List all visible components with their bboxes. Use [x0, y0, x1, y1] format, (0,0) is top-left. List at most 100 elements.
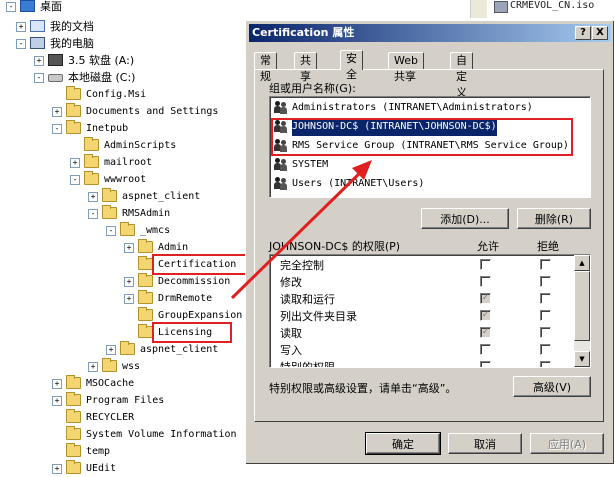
- tab-general[interactable]: 常规: [254, 52, 277, 83]
- permission-name: 写入: [280, 344, 302, 357]
- allow-checkbox[interactable]: [480, 361, 491, 367]
- local-disk-icon: [48, 74, 63, 82]
- permission-name: 列出文件夹目录: [280, 310, 357, 323]
- deny-checkbox[interactable]: [540, 361, 551, 367]
- folder-icon: [66, 460, 81, 474]
- permission-row: 特别的权限: [270, 359, 570, 368]
- expand-icon[interactable]: +: [52, 396, 62, 406]
- allow-checkbox[interactable]: ✓: [480, 327, 491, 338]
- tree-item-label: Decommission: [158, 276, 231, 287]
- expand-icon[interactable]: +: [52, 107, 62, 117]
- permission-row: 读取和运行 ✓: [270, 291, 570, 308]
- remove-button[interactable]: 删除(R): [517, 208, 591, 229]
- dialog-title: Certification 属性: [252, 26, 355, 39]
- tab-security[interactable]: 安全: [340, 50, 363, 81]
- tree-item-label: Licensing: [151, 322, 233, 343]
- folder-icon: [138, 239, 153, 253]
- allow-checkbox[interactable]: [480, 276, 491, 287]
- tab-web-sharing[interactable]: Web 共享: [388, 52, 424, 83]
- folder-icon: [84, 154, 99, 168]
- expand-icon[interactable]: +: [70, 158, 80, 168]
- scroll-down-icon[interactable]: ▼: [574, 351, 590, 367]
- permission-row: 列出文件夹目录 ✓: [270, 308, 570, 325]
- deny-checkbox[interactable]: [540, 310, 551, 321]
- tree-item-label: 我的文档: [50, 20, 94, 33]
- add-button[interactable]: 添加(D)...: [421, 208, 509, 229]
- tree-item-label: Program Files: [86, 395, 165, 406]
- ok-button[interactable]: 确定: [365, 432, 441, 455]
- deny-checkbox[interactable]: [540, 259, 551, 270]
- advanced-button[interactable]: 高级(V): [513, 376, 591, 397]
- scroll-thumb[interactable]: [574, 271, 590, 341]
- folder-icon: [66, 103, 81, 117]
- expand-icon[interactable]: +: [16, 22, 26, 32]
- iso-file-label[interactable]: CRMEVOL_CN.iso: [510, 0, 594, 11]
- allow-checkbox[interactable]: ✓: [480, 310, 491, 321]
- folder-icon: [66, 120, 81, 134]
- tree-item-label: Documents and Settings: [86, 106, 219, 117]
- expand-icon[interactable]: +: [34, 56, 44, 66]
- dialog-titlebar[interactable]: Certification 属性 ? X: [249, 24, 611, 42]
- help-button[interactable]: ?: [575, 26, 591, 40]
- expand-icon[interactable]: +: [124, 294, 134, 304]
- deny-checkbox[interactable]: [540, 344, 551, 355]
- expand-icon[interactable]: +: [88, 192, 98, 202]
- tree-item-label: _wmcs: [140, 225, 171, 236]
- folder-tree: - 桌面 + 我的文档 - 我的电脑 +3.5 软盘 (A:) - 本地磁盘 (C:) Confi…: [0, 0, 257, 474]
- folder-icon: [120, 341, 135, 355]
- folder-icon: [66, 375, 81, 389]
- collapse-icon[interactable]: -: [6, 2, 16, 12]
- permission-name: 读取: [280, 327, 302, 340]
- expand-icon[interactable]: +: [106, 345, 116, 355]
- allow-checkbox[interactable]: ✓: [480, 293, 491, 304]
- tab-custom[interactable]: 自定义: [450, 52, 473, 99]
- deny-column-header: 拒绝: [537, 240, 559, 253]
- allow-checkbox[interactable]: [480, 259, 491, 270]
- deny-checkbox[interactable]: [540, 327, 551, 338]
- permissions-list[interactable]: 特别的权限 写入 读取 ✓ 列出文件夹目录 ✓ 读取和运行 ✓ 修改 完全控制 ▲ ▼: [269, 254, 591, 368]
- tab-sharing[interactable]: 共享: [294, 52, 317, 83]
- collapse-icon[interactable]: -: [34, 73, 44, 83]
- folder-icon: [102, 188, 117, 202]
- deny-checkbox[interactable]: [540, 293, 551, 304]
- permissions-scrollbar[interactable]: ▲ ▼: [574, 255, 590, 367]
- tree-item-label: wss: [122, 361, 141, 372]
- my-computer-icon: [30, 37, 45, 49]
- expand-icon[interactable]: +: [124, 277, 134, 287]
- expand-icon[interactable]: +: [52, 379, 62, 389]
- collapse-icon[interactable]: -: [106, 226, 116, 236]
- scroll-up-icon[interactable]: ▲: [574, 255, 590, 271]
- expand-icon[interactable]: +: [52, 464, 62, 474]
- desktop-icon: [20, 0, 35, 12]
- allow-checkbox[interactable]: [480, 344, 491, 355]
- permission-row: 完全控制: [270, 257, 570, 274]
- permission-name: 修改: [280, 276, 302, 289]
- folder-icon: [120, 222, 135, 236]
- tree-item-label: temp: [86, 446, 111, 457]
- collapse-icon[interactable]: -: [52, 124, 62, 134]
- apply-button[interactable]: 应用(A): [530, 433, 604, 454]
- tree-item-label: 本地磁盘 (C:): [68, 71, 136, 84]
- deny-checkbox[interactable]: [540, 276, 551, 287]
- cancel-button[interactable]: 取消: [448, 433, 522, 454]
- user-item-label: SYSTEM: [292, 159, 329, 170]
- properties-dialog: Certification 属性 ? X 常规 共享 安全 Web 共享 自定义…: [245, 20, 615, 465]
- tree-item-label: RMSAdmin: [122, 208, 171, 219]
- explorer-scrollbar[interactable]: [470, 0, 487, 18]
- permission-row: 修改: [270, 274, 570, 291]
- expand-icon[interactable]: +: [124, 243, 134, 253]
- collapse-icon[interactable]: -: [70, 175, 80, 185]
- expand-icon[interactable]: +: [88, 362, 98, 372]
- tree-item-label: 我的电脑: [50, 37, 94, 50]
- tree-item-label: 3.5 软盘 (A:): [68, 54, 135, 67]
- folder-icon: [138, 307, 153, 321]
- collapse-icon[interactable]: -: [88, 209, 98, 219]
- users-list[interactable]: Administrators (INTRANET\Administrators)…: [269, 96, 591, 198]
- permission-name: 读取和运行: [280, 293, 335, 306]
- tree-item-label: wwwroot: [104, 174, 147, 185]
- collapse-icon[interactable]: -: [16, 39, 26, 49]
- group-label: 组或用户名称(G):: [269, 82, 356, 95]
- folder-icon: [102, 358, 117, 372]
- permission-name: 特别的权限: [280, 361, 335, 368]
- close-button[interactable]: X: [592, 26, 608, 40]
